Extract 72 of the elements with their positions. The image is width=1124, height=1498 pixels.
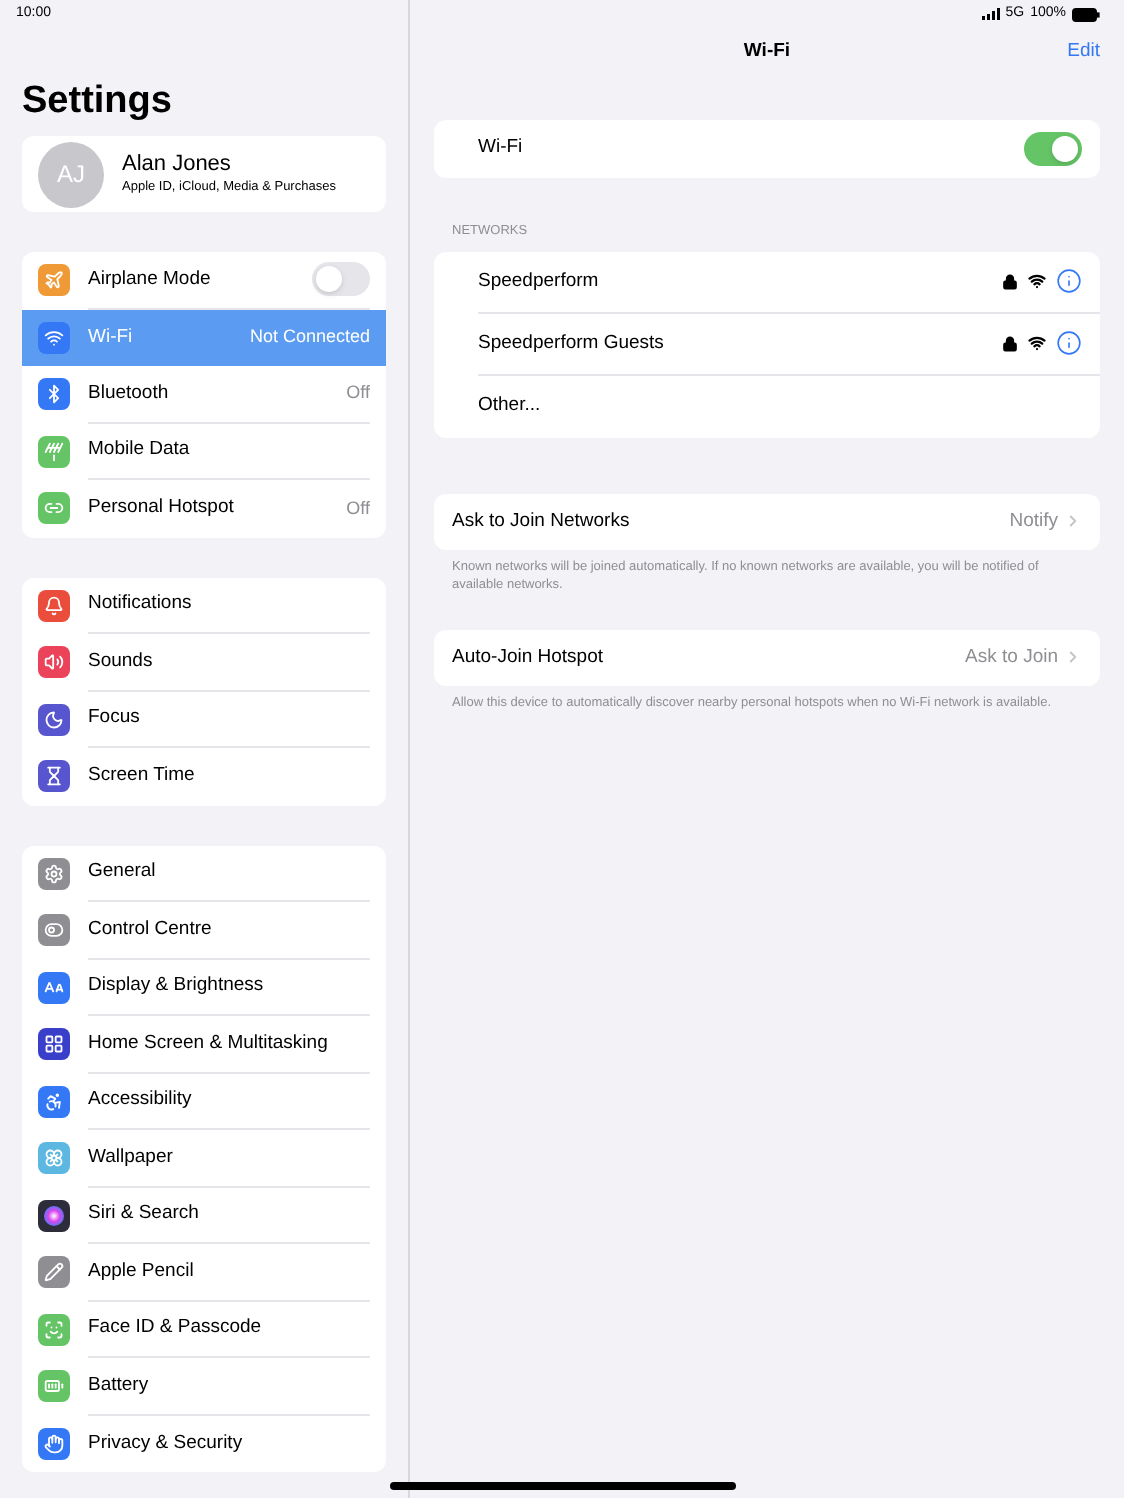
settings-item[interactable]: Focus [22, 691, 386, 748]
settings-item[interactable]: Privacy & Security [22, 1415, 386, 1472]
settings-item[interactable]: Bluetooth Off [22, 366, 386, 423]
item-label: Notifications [88, 590, 192, 619]
item-label: General [88, 858, 156, 887]
wifi-toggle[interactable] [1024, 132, 1082, 166]
lock-icon [1002, 335, 1018, 352]
item-label: Accessibility [88, 1086, 192, 1115]
item-label: Siri & Search [88, 1200, 199, 1229]
wifi-icon [1028, 334, 1046, 353]
option-row[interactable]: Auto-Join Hotspot Ask to Join [434, 629, 1100, 686]
network-row[interactable]: Speedperform Guests [478, 313, 1100, 376]
page-title: Settings [22, 77, 172, 125]
info-icon[interactable] [1056, 268, 1082, 295]
settings-item[interactable]: Siri & Search [22, 1187, 386, 1244]
avatar: AJ [38, 141, 104, 207]
item-label: Wallpaper [88, 1143, 173, 1172]
profile-name: Alan Jones [122, 151, 233, 178]
settings-item[interactable]: Sounds [22, 634, 386, 691]
battery-icon [1072, 7, 1100, 21]
settings-item[interactable]: Wallpaper [22, 1130, 386, 1187]
item-label: Display & Brightness [88, 972, 264, 1001]
settings-item[interactable]: Apple Pencil [22, 1244, 386, 1301]
settings-item[interactable]: Battery [22, 1358, 386, 1415]
item-label: Privacy & Security [88, 1429, 243, 1458]
settings-item[interactable]: General [22, 845, 386, 902]
item-label: Apple Pencil [88, 1257, 194, 1286]
network-row[interactable]: Other... [478, 375, 1100, 438]
settings-item[interactable]: Display & Brightness [22, 959, 386, 1016]
item-value: Off [346, 495, 370, 521]
item-label: Sounds [88, 647, 153, 676]
settings-item[interactable]: Home Screen & Multitasking [22, 1016, 386, 1073]
network-name: Other... [478, 392, 541, 421]
option-value: Ask to Join [965, 643, 1058, 672]
item-label: Control Centre [88, 915, 212, 944]
item-label: Personal Hotspot [88, 494, 234, 523]
item-label: Battery [88, 1371, 149, 1400]
info-icon[interactable] [1056, 330, 1082, 357]
option-value: Notify [1009, 507, 1058, 536]
network-row[interactable]: Speedperform [478, 251, 1100, 314]
settings-item[interactable]: Notifications [22, 577, 386, 634]
item-label: Home Screen & Multitasking [88, 1029, 328, 1058]
settings-item[interactable]: Mobile Data [22, 423, 386, 480]
network-name: Speedperform [478, 267, 599, 296]
settings-item[interactable]: Control Centre [22, 902, 386, 959]
signal-icon [981, 8, 1000, 20]
wifi-label: Wi-Fi [478, 134, 523, 163]
nav-title: Wi-Fi [743, 38, 791, 67]
item-label: Wi-Fi [88, 323, 133, 352]
airplane-toggle[interactable] [312, 262, 370, 297]
item-value: Off [346, 380, 370, 406]
settings-item[interactable]: Airplane Mode [22, 252, 386, 309]
item-label: Airplane Mode [88, 265, 211, 294]
item-label: Focus [88, 704, 140, 733]
item-label: Mobile Data [88, 436, 190, 465]
settings-item[interactable]: Face ID & Passcode [22, 1301, 386, 1358]
item-label: Bluetooth [88, 379, 169, 408]
item-value: Not Connected [249, 324, 370, 350]
item-label: Face ID & Passcode [88, 1314, 262, 1343]
settings-item[interactable]: Accessibility [22, 1073, 386, 1130]
option-label: Auto-Join Hotspot [452, 643, 604, 672]
option-row[interactable]: Ask to Join Networks Notify [434, 493, 1100, 550]
lock-icon [1002, 273, 1018, 290]
network-name: Speedperform Guests [478, 329, 664, 358]
item-label: Screen Time [88, 762, 195, 791]
option-label: Ask to Join Networks [452, 507, 630, 536]
settings-item[interactable]: Personal Hotspot Off [22, 480, 386, 537]
edit-button[interactable]: Edit [1039, 38, 1100, 68]
settings-item[interactable]: Screen Time [22, 748, 386, 805]
chevron-icon [1064, 648, 1082, 667]
wifi-icon [1028, 272, 1046, 291]
chevron-icon [1064, 512, 1082, 531]
